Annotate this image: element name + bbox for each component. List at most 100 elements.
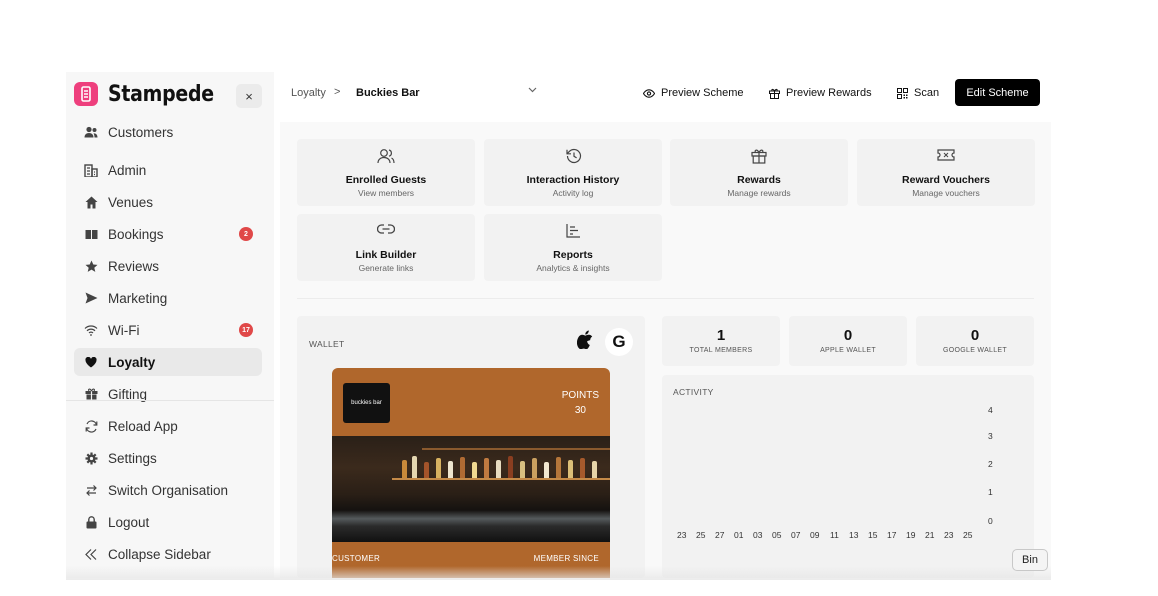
tile-title: Rewards xyxy=(737,174,781,186)
bottle xyxy=(424,462,429,478)
book-icon xyxy=(84,227,98,241)
bottle xyxy=(592,461,597,478)
tile-subtitle: View members xyxy=(357,188,415,198)
x-tick: 23 xyxy=(677,530,687,540)
gift-icon xyxy=(769,88,780,99)
preview-scheme-label: Preview Scheme xyxy=(661,87,744,99)
apple-icon[interactable] xyxy=(576,330,597,352)
tile-enrolled-guests[interactable]: Enrolled Guests View members xyxy=(297,139,475,206)
tile-title: Enrolled Guests xyxy=(345,174,427,186)
bottle xyxy=(472,462,477,478)
x-tick: 27 xyxy=(715,530,725,540)
sidebar-item-label: Switch Organisation xyxy=(108,482,229,498)
tile-subtitle: Generate links xyxy=(358,263,414,273)
sidebar-item-customers[interactable]: Customers xyxy=(74,118,262,146)
bottle xyxy=(520,461,525,478)
sidebar-item-gifting[interactable]: Gifting xyxy=(74,380,262,408)
qr-code-icon xyxy=(897,87,908,99)
stat-label: TOTAL MEMBERS xyxy=(689,347,753,354)
bottle xyxy=(460,457,465,478)
tile-title: Reports xyxy=(553,249,593,261)
brand-name: Stampede xyxy=(108,81,214,107)
venue-selector[interactable]: Buckies Bar xyxy=(356,87,420,99)
sidebar-item-bookings[interactable]: Bookings 2 xyxy=(74,220,262,248)
sidebar-item-label: Reviews xyxy=(108,258,160,274)
sidebar-item-venues[interactable]: Venues xyxy=(74,188,262,216)
gear-icon xyxy=(84,451,98,465)
edit-scheme-button[interactable]: Edit Scheme xyxy=(955,79,1040,106)
sidebar-item-reload-app[interactable]: Reload App xyxy=(74,412,262,440)
top-bar: Loyalty > Buckies Bar Preview Scheme Pre… xyxy=(274,72,1051,114)
bottle xyxy=(544,462,549,478)
tile-link-builder[interactable]: Link Builder Generate links xyxy=(297,214,475,281)
stat-apple-wallet: 0 APPLE WALLET xyxy=(789,316,907,366)
wifi-icon xyxy=(84,323,98,337)
stat-total-members: 1 TOTAL MEMBERS xyxy=(662,316,780,366)
switch-icon xyxy=(84,483,98,497)
wallet-title: WALLET xyxy=(309,339,345,349)
sidebar-divider xyxy=(66,400,274,401)
pass-points-label: POINTS xyxy=(561,390,599,401)
shelf-light xyxy=(392,478,610,480)
preview-rewards-button[interactable]: Preview Rewards xyxy=(769,80,872,106)
tile-reward-vouchers[interactable]: Reward Vouchers Manage vouchers xyxy=(857,139,1035,206)
sidebar-item-loyalty[interactable]: Loyalty xyxy=(74,348,262,376)
chevron-down-icon[interactable] xyxy=(528,85,537,96)
sidebar-item-label: Customers xyxy=(108,124,174,140)
sidebar-item-label: Reload App xyxy=(108,418,178,434)
bottle xyxy=(532,458,537,478)
tile-title: Link Builder xyxy=(355,249,417,261)
sidebar-item-reviews[interactable]: Reviews xyxy=(74,252,262,280)
tooltip-bin: Bin xyxy=(1012,549,1048,571)
x-tick: 13 xyxy=(849,530,859,540)
stat-label: GOOGLE WALLET xyxy=(943,347,1007,354)
sidebar-item-settings[interactable]: Settings xyxy=(74,444,262,472)
pass-bar-image xyxy=(332,436,610,542)
bottle xyxy=(412,456,417,478)
tile-rewards[interactable]: Rewards Manage rewards xyxy=(670,139,848,206)
app-window: Stampede × Customers Admin Venues Bookin… xyxy=(66,72,1051,578)
eye-icon xyxy=(643,88,655,98)
google-icon[interactable]: G xyxy=(605,328,633,356)
activity-title: ACTIVITY xyxy=(673,387,714,397)
bar-chart-icon xyxy=(484,223,662,241)
stat-value: 0 xyxy=(970,327,980,344)
stampede-logo-icon xyxy=(74,82,98,106)
y-tick: 2 xyxy=(988,459,993,469)
tile-reports[interactable]: Reports Analytics & insights xyxy=(484,214,662,281)
sidebar-item-marketing[interactable]: Marketing xyxy=(74,284,262,312)
pass-footer-customer: CUSTOMER xyxy=(332,554,381,563)
y-tick: 3 xyxy=(988,431,993,441)
x-tick: 25 xyxy=(963,530,973,540)
x-tick: 19 xyxy=(906,530,916,540)
sidebar-item-switch-organisation[interactable]: Switch Organisation xyxy=(74,476,262,504)
sidebar-item-wifi[interactable]: Wi-Fi 17 xyxy=(74,316,262,344)
loyalty-pass-card: buckies bar POINTS 30 CUSTOMER MEMBER SI… xyxy=(332,368,610,578)
sidebar-item-collapse-sidebar[interactable]: Collapse Sidebar xyxy=(74,540,262,568)
close-sidebar-button[interactable]: × xyxy=(236,84,262,108)
link-icon xyxy=(297,223,475,241)
tile-title: Interaction History xyxy=(526,174,620,186)
sidebar-item-label: Admin xyxy=(108,162,147,178)
users-icon xyxy=(84,125,98,139)
x-tick: 01 xyxy=(734,530,744,540)
users-icon xyxy=(297,148,475,166)
brand[interactable]: Stampede xyxy=(74,81,231,107)
y-tick: 1 xyxy=(988,487,993,497)
y-tick: 4 xyxy=(988,405,993,415)
tile-subtitle: Activity log xyxy=(552,188,594,198)
bottle xyxy=(448,461,453,478)
pass-footer-member-since: MEMBER SINCE xyxy=(533,554,599,563)
ticket-icon xyxy=(857,148,1035,166)
sidebar-item-label: Loyalty xyxy=(108,354,156,370)
breadcrumb-separator: > xyxy=(334,86,341,98)
tile-interaction-history[interactable]: Interaction History Activity log xyxy=(484,139,662,206)
sidebar-item-admin[interactable]: Admin xyxy=(74,156,262,184)
sidebar-item-logout[interactable]: Logout xyxy=(74,508,262,536)
stat-google-wallet: 0 GOOGLE WALLET xyxy=(916,316,1034,366)
tile-subtitle: Manage vouchers xyxy=(912,188,980,198)
bottle xyxy=(568,460,573,478)
breadcrumb-root[interactable]: Loyalty xyxy=(291,87,326,99)
scan-button[interactable]: Scan xyxy=(897,80,939,106)
preview-scheme-button[interactable]: Preview Scheme xyxy=(643,80,744,106)
